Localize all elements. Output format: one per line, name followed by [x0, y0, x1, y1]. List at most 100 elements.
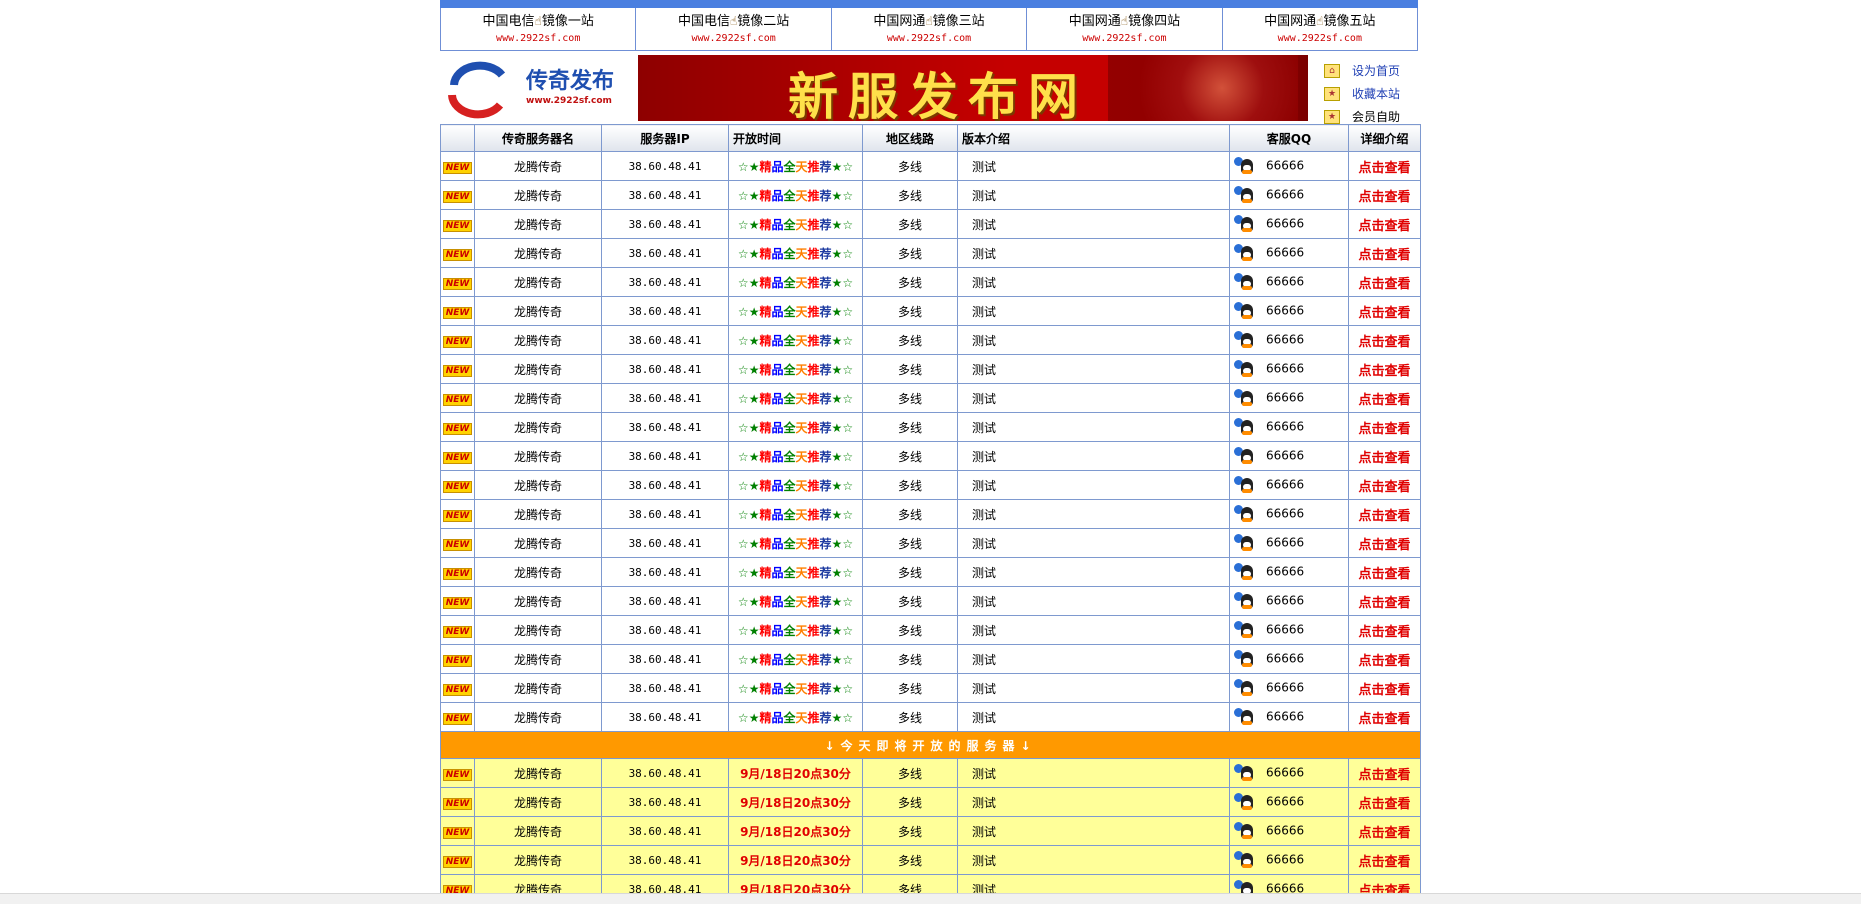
server-name[interactable]: 龙腾传奇 [474, 354, 602, 384]
new-badge: NEW [442, 654, 473, 667]
qq-penguin-icon [1234, 679, 1254, 697]
qq-cell[interactable]: 66666 [1229, 615, 1349, 645]
server-name[interactable]: 龙腾传奇 [474, 586, 602, 616]
top-strip [440, 0, 1418, 8]
mirror-link-3[interactable]: 中国网通☝镜像三站 www.2922sf.com [832, 8, 1028, 50]
open-time: ☆★精品全天推荐★☆ [728, 325, 863, 355]
server-name[interactable]: 龙腾传奇 [474, 673, 602, 703]
qq-cell[interactable]: 66666 [1229, 702, 1349, 732]
qq-cell[interactable]: 66666 [1229, 180, 1349, 210]
server-line: 多线 [862, 816, 958, 846]
detail-link[interactable]: 点击查看 [1348, 267, 1421, 297]
server-name[interactable]: 龙腾传奇 [474, 615, 602, 645]
detail-link[interactable]: 点击查看 [1348, 787, 1421, 817]
server-line: 多线 [862, 383, 958, 413]
qq-cell[interactable]: 66666 [1229, 267, 1349, 297]
server-name[interactable]: 龙腾传奇 [474, 845, 602, 875]
detail-link[interactable]: 点击查看 [1348, 499, 1421, 529]
detail-link[interactable]: 点击查看 [1348, 238, 1421, 268]
detail-link[interactable]: 点击查看 [1348, 702, 1421, 732]
qq-cell[interactable]: 66666 [1229, 499, 1349, 529]
detail-link[interactable]: 点击查看 [1348, 151, 1421, 181]
server-name[interactable]: 龙腾传奇 [474, 180, 602, 210]
detail-link[interactable]: 点击查看 [1348, 673, 1421, 703]
detail-link[interactable]: 点击查看 [1348, 528, 1421, 558]
table-row: NEW 龙腾传奇 38.60.48.41 ☆★精品全天推荐★☆ 多线 测试 66666 点击查… [440, 528, 1421, 558]
detail-link[interactable]: 点击查看 [1348, 354, 1421, 384]
server-name[interactable]: 龙腾传奇 [474, 557, 602, 587]
qq-cell[interactable]: 66666 [1229, 845, 1349, 875]
qq-cell[interactable]: 66666 [1229, 673, 1349, 703]
detail-link[interactable]: 点击查看 [1348, 758, 1421, 788]
qq-cell[interactable]: 66666 [1229, 354, 1349, 384]
detail-link[interactable]: 点击查看 [1348, 296, 1421, 326]
detail-link[interactable]: 点击查看 [1348, 209, 1421, 239]
qq-cell[interactable]: 66666 [1229, 441, 1349, 471]
qq-penguin-icon [1234, 302, 1254, 320]
server-intro: 测试 [957, 325, 1230, 355]
server-intro: 测试 [957, 673, 1230, 703]
mirror-link-1[interactable]: 中国电信☝镜像一站 www.2922sf.com [441, 8, 637, 50]
qq-cell[interactable]: 66666 [1229, 151, 1349, 181]
qq-cell[interactable]: 66666 [1229, 586, 1349, 616]
server-name[interactable]: 龙腾传奇 [474, 238, 602, 268]
mirror-link-4[interactable]: 中国网通☝镜像四站 www.2922sf.com [1027, 8, 1223, 50]
banner[interactable]: 新服发布网 [638, 55, 1308, 121]
qq-cell[interactable]: 66666 [1229, 296, 1349, 326]
qq-cell[interactable]: 66666 [1229, 470, 1349, 500]
qq-cell[interactable]: 66666 [1229, 238, 1349, 268]
qq-penguin-icon [1234, 505, 1254, 523]
server-name[interactable]: 龙腾传奇 [474, 787, 602, 817]
server-name[interactable]: 龙腾传奇 [474, 441, 602, 471]
detail-link[interactable]: 点击查看 [1348, 441, 1421, 471]
qq-cell[interactable]: 66666 [1229, 644, 1349, 674]
server-ip: 38.60.48.41 [601, 644, 729, 674]
detail-link[interactable]: 点击查看 [1348, 470, 1421, 500]
server-name[interactable]: 龙腾传奇 [474, 383, 602, 413]
server-name[interactable]: 龙腾传奇 [474, 702, 602, 732]
link-set-homepage[interactable]: ⌂ 设为首页 [1324, 59, 1418, 82]
server-name[interactable]: 龙腾传奇 [474, 151, 602, 181]
server-name[interactable]: 龙腾传奇 [474, 758, 602, 788]
server-name[interactable]: 龙腾传奇 [474, 267, 602, 297]
server-name[interactable]: 龙腾传奇 [474, 412, 602, 442]
detail-link[interactable]: 点击查看 [1348, 557, 1421, 587]
qq-cell[interactable]: 66666 [1229, 325, 1349, 355]
open-time-text: ☆★精品全天推荐★☆ [737, 391, 854, 406]
server-intro: 测试 [957, 758, 1230, 788]
detail-link[interactable]: 点击查看 [1348, 383, 1421, 413]
qq-cell[interactable]: 66666 [1229, 557, 1349, 587]
detail-link[interactable]: 点击查看 [1348, 845, 1421, 875]
qq-cell[interactable]: 66666 [1229, 787, 1349, 817]
qq-cell[interactable]: 66666 [1229, 758, 1349, 788]
qq-cell[interactable]: 66666 [1229, 816, 1349, 846]
qq-cell[interactable]: 66666 [1229, 412, 1349, 442]
detail-link[interactable]: 点击查看 [1348, 816, 1421, 846]
server-table: 传奇服务器名 服务器IP 开放时间 地区线路 版本介绍 客服QQ 详细介绍 NE… [440, 124, 1421, 904]
mirror-link-5[interactable]: 中国网通☝镜像五站 www.2922sf.com [1223, 8, 1417, 50]
server-name[interactable]: 龙腾传奇 [474, 296, 602, 326]
link-bookmark[interactable]: ★ 收藏本站 [1324, 82, 1418, 105]
site-logo[interactable]: 传奇发布 www.2922sf.com [440, 55, 638, 121]
browser-status-bar [0, 893, 1861, 904]
detail-link[interactable]: 点击查看 [1348, 180, 1421, 210]
qq-cell[interactable]: 66666 [1229, 528, 1349, 558]
detail-link[interactable]: 点击查看 [1348, 325, 1421, 355]
server-name[interactable]: 龙腾传奇 [474, 528, 602, 558]
link-member[interactable]: ★ 会员自助 [1324, 105, 1418, 128]
server-name[interactable]: 龙腾传奇 [474, 816, 602, 846]
server-name[interactable]: 龙腾传奇 [474, 499, 602, 529]
detail-link[interactable]: 点击查看 [1348, 412, 1421, 442]
server-name[interactable]: 龙腾传奇 [474, 209, 602, 239]
server-name[interactable]: 龙腾传奇 [474, 470, 602, 500]
open-time: ☆★精品全天推荐★☆ [728, 644, 863, 674]
server-name[interactable]: 龙腾传奇 [474, 644, 602, 674]
qq-cell[interactable]: 66666 [1229, 209, 1349, 239]
detail-link[interactable]: 点击查看 [1348, 644, 1421, 674]
detail-link[interactable]: 点击查看 [1348, 615, 1421, 645]
mirror-link-2[interactable]: 中国电信☝镜像二站 www.2922sf.com [636, 8, 832, 50]
qq-cell[interactable]: 66666 [1229, 383, 1349, 413]
server-name[interactable]: 龙腾传奇 [474, 325, 602, 355]
server-ip: 38.60.48.41 [601, 673, 729, 703]
detail-link[interactable]: 点击查看 [1348, 586, 1421, 616]
